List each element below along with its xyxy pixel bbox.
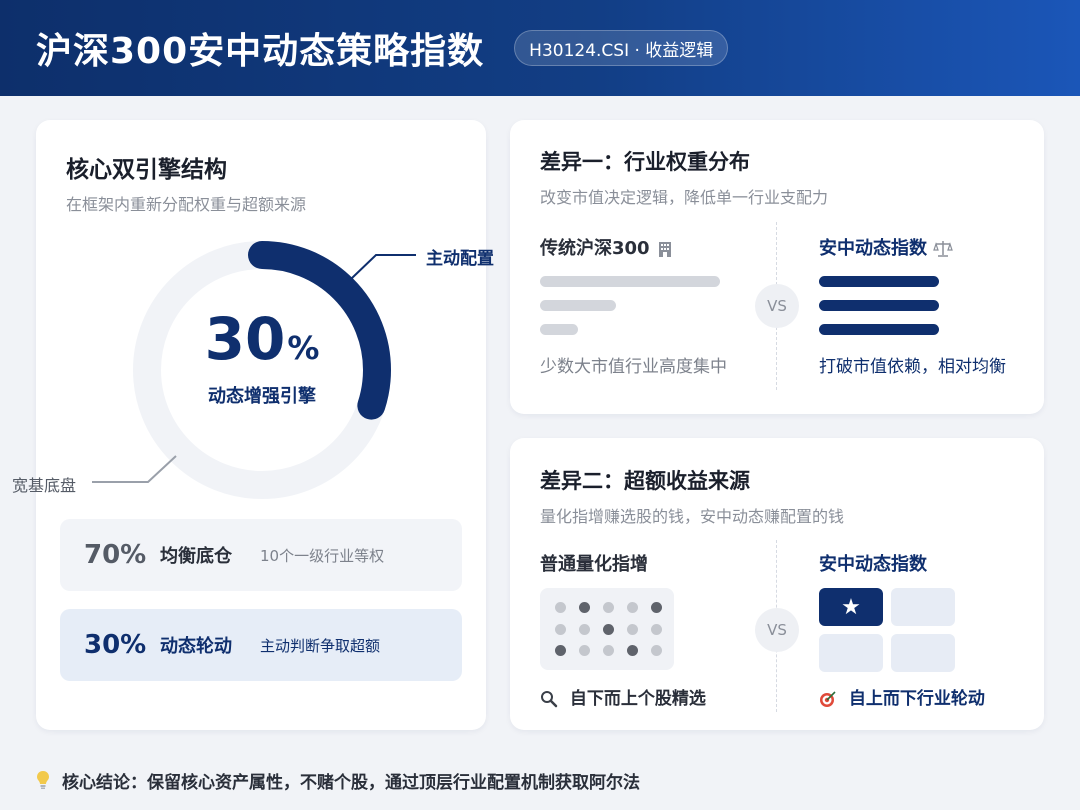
- dot: [579, 624, 590, 635]
- header-bar: 沪深300安中动态策略指数 H30124.CSI · 收益逻辑: [0, 0, 1080, 96]
- ring-center: 30% 动态增强引擎: [126, 310, 398, 408]
- conclusion-text: 核心结论：保留核心资产属性，不赌个股，通过顶层行业配置机制获取阿尔法: [62, 772, 640, 793]
- dot: [627, 602, 638, 613]
- active-callout-label: 主动配置: [426, 249, 494, 269]
- vs-badge: VS: [755, 284, 799, 328]
- dot: [603, 645, 614, 656]
- difference-one-subtitle: 改变市值决定逻辑，降低单一行业支配力: [540, 188, 829, 207]
- stat-name: 均衡底仓: [160, 546, 232, 567]
- anzhong-weight-bar-3: [819, 324, 939, 335]
- stat-row-dynamic: 30% 动态轮动 主动判断争取超额: [60, 609, 462, 681]
- base-callout-label: 宽基底盘: [12, 476, 77, 495]
- stat-desc: 10个一级行业等权: [260, 546, 385, 565]
- dot: [651, 645, 662, 656]
- traditional-weight-bar-2: [540, 300, 616, 311]
- rotation-caption: 自上而下行业轮动: [819, 684, 985, 709]
- vs-badge-2: VS: [755, 608, 799, 652]
- anzhong-caption: 打破市值依赖，相对均衡: [819, 357, 1006, 377]
- index-code-tag: H30124.CSI · 收益逻辑: [514, 30, 729, 66]
- core-structure-title: 核心双引擎结构: [66, 157, 227, 183]
- ring-unit: %: [287, 329, 320, 367]
- stat-row-base: 70% 均衡底仓 10个一级行业等权: [60, 519, 462, 591]
- lightbulb-icon: [37, 771, 49, 789]
- core-structure-subtitle: 在框架内重新分配权重与超额来源: [66, 195, 307, 214]
- building-icon: [658, 242, 671, 257]
- industry-tile: [819, 634, 883, 672]
- target-icon: [820, 691, 836, 707]
- dot: [603, 624, 614, 635]
- difference-one-title: 差异一：行业权重分布: [540, 150, 750, 174]
- dot: [651, 624, 662, 635]
- traditional-weight-bar-1: [540, 276, 720, 287]
- industry-tile: [891, 634, 955, 672]
- conclusion-footer: 核心结论：保留核心资产属性，不赌个股，通过顶层行业配置机制获取阿尔法: [36, 766, 640, 794]
- dot: [651, 602, 662, 613]
- industry-tile: [891, 588, 955, 626]
- dot: [579, 645, 590, 656]
- difference-two-subtitle: 量化指增赚选股的钱，安中动态赚配置的钱: [540, 507, 845, 526]
- dot: [627, 645, 638, 656]
- anzhong-rotation-title: 安中动态指数: [819, 554, 927, 575]
- stat-value: 70%: [84, 540, 147, 570]
- scale-icon: [933, 241, 954, 257]
- dot: [627, 624, 638, 635]
- dot: [555, 645, 566, 656]
- magnifier-icon: [541, 691, 558, 708]
- stat-desc: 主动判断争取超额: [260, 636, 381, 655]
- ring-value: 30%: [204, 305, 320, 373]
- traditional-index-title: 传统沪深300: [540, 234, 674, 260]
- difference-two-title: 差异二：超额收益来源: [540, 469, 750, 493]
- stat-name: 动态轮动: [160, 636, 232, 657]
- quant-caption: 自下而上个股精选: [540, 684, 706, 709]
- dot: [555, 602, 566, 613]
- anzhong-weight-bar-2: [819, 300, 939, 311]
- stat-value: 30%: [84, 630, 147, 660]
- star-tile: ★: [819, 588, 883, 626]
- dot: [603, 602, 614, 613]
- page-title: 沪深300安中动态策略指数: [36, 31, 485, 72]
- dot: [555, 624, 566, 635]
- dot: [579, 602, 590, 613]
- anzhong-index-title: 安中动态指数: [819, 234, 954, 260]
- traditional-weight-bar-3: [540, 324, 578, 335]
- quant-enhanced-title: 普通量化指增: [540, 554, 648, 575]
- ring-label: 动态增强引擎: [208, 386, 316, 407]
- anzhong-weight-bar-1: [819, 276, 939, 287]
- traditional-caption: 少数大市值行业高度集中: [540, 357, 727, 377]
- stock-picking-dots: [540, 588, 674, 670]
